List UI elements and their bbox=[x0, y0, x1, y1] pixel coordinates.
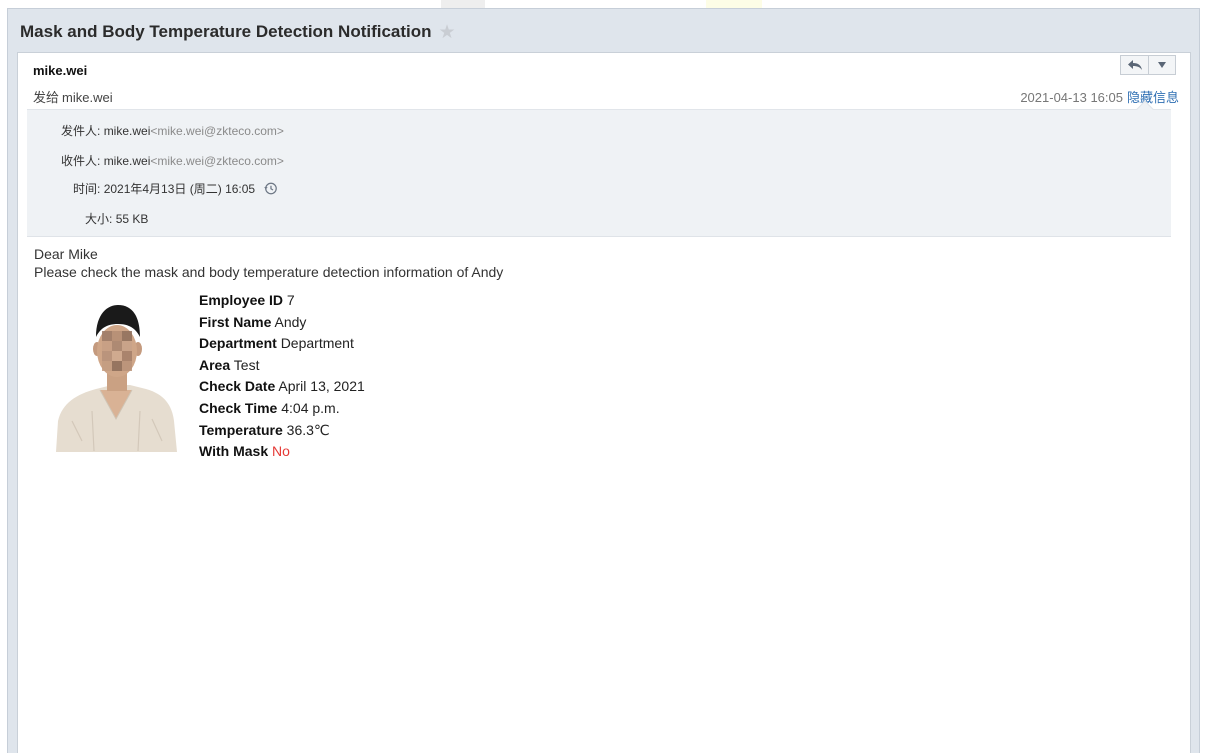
sent-to-name[interactable]: mike.wei bbox=[62, 90, 113, 105]
message-panel: mike.wei 发给 mike.wei 2021-04-13 16:05 隐藏信息 bbox=[17, 52, 1191, 753]
field-with-mask: With Mask No bbox=[199, 441, 365, 463]
field-first-name: First Name Andy bbox=[199, 312, 365, 334]
greeting: Dear Mike bbox=[34, 246, 98, 262]
field-label: Check Time bbox=[199, 399, 278, 416]
field-label: First Name bbox=[199, 313, 272, 330]
size-value: 55 KB bbox=[115, 211, 149, 226]
more-actions-button[interactable] bbox=[1149, 55, 1176, 75]
email-subject: Mask and Body Temperature Detection Noti… bbox=[20, 21, 456, 43]
to-name[interactable]: mike.wei bbox=[104, 154, 151, 168]
history-icon[interactable] bbox=[263, 181, 278, 196]
to-row: 收件人: mike.wei <mike.wei@zkteco.com> bbox=[61, 152, 284, 169]
field-employee-id: Employee ID 7 bbox=[199, 290, 365, 312]
time-row: 时间: 2021年4月13日 (周二) 16:05 bbox=[73, 180, 278, 197]
star-icon[interactable]: ★ bbox=[439, 21, 456, 44]
reply-button-group bbox=[1120, 55, 1176, 75]
time-value: 2021年4月13日 (周二) 16:05 bbox=[103, 182, 256, 196]
field-value: Andy bbox=[274, 313, 307, 330]
field-value: April 13, 2021 bbox=[278, 378, 365, 395]
message-details: 发件人: mike.wei <mike.wei@zkteco.com> 收件人: … bbox=[27, 100, 1171, 237]
hide-info-link[interactable]: 隐藏信息 bbox=[1127, 90, 1179, 105]
from-name[interactable]: mike.wei bbox=[104, 124, 151, 138]
time-label: 时间: bbox=[73, 182, 101, 196]
intro-line: Please check the mask and body temperatu… bbox=[34, 264, 504, 280]
field-check-time: Check Time 4:04 p.m. bbox=[199, 398, 365, 420]
reply-icon bbox=[1127, 60, 1142, 70]
sent-to-prefix: 发给 bbox=[33, 90, 60, 105]
subject-text: Mask and Body Temperature Detection Noti… bbox=[20, 22, 432, 41]
field-label: Department bbox=[199, 335, 277, 352]
from-row: 发件人: mike.wei <mike.wei@zkteco.com> bbox=[61, 122, 284, 139]
reply-button[interactable] bbox=[1120, 55, 1149, 75]
field-value: Department bbox=[280, 335, 354, 352]
employee-photo bbox=[52, 291, 177, 452]
from-address: <mike.wei@zkteco.com> bbox=[150, 123, 284, 138]
field-label: Area bbox=[199, 356, 231, 373]
field-value: 36.3℃ bbox=[286, 421, 330, 438]
field-department: Department Department bbox=[199, 333, 365, 355]
detection-info: Employee ID 7 First Name Andy Department… bbox=[199, 290, 365, 463]
chevron-down-icon bbox=[1158, 62, 1166, 68]
field-value: Test bbox=[233, 356, 260, 373]
field-value: 7 bbox=[286, 292, 295, 308]
recipient-summary: 发给 mike.wei bbox=[33, 87, 116, 106]
mask-status-value: No bbox=[272, 443, 290, 460]
field-check-date: Check Date April 13, 2021 bbox=[199, 376, 365, 398]
field-label: Check Date bbox=[199, 378, 276, 395]
field-temperature: Temperature 36.3℃ bbox=[199, 420, 365, 442]
sender-name[interactable]: mike.wei bbox=[33, 63, 87, 78]
to-label: 收件人: bbox=[61, 154, 101, 168]
field-label: With Mask bbox=[199, 443, 272, 460]
size-label: 大小: bbox=[85, 212, 113, 226]
message-body-text: Dear Mike Please check the mask and body… bbox=[34, 245, 503, 281]
to-address: <mike.wei@zkteco.com> bbox=[150, 153, 284, 168]
field-label: Employee ID bbox=[199, 292, 284, 308]
from-label: 发件人: bbox=[61, 124, 101, 138]
date-line: 2021-04-13 16:05 隐藏信息 bbox=[1020, 87, 1179, 106]
field-area: Area Test bbox=[199, 355, 365, 377]
email-reader: Mask and Body Temperature Detection Noti… bbox=[7, 8, 1200, 753]
size-row: 大小: 55 KB bbox=[85, 210, 148, 227]
field-label: Temperature bbox=[199, 421, 287, 438]
field-value: 4:04 p.m. bbox=[281, 399, 340, 416]
sent-datetime: 2021-04-13 16:05 bbox=[1020, 90, 1123, 105]
